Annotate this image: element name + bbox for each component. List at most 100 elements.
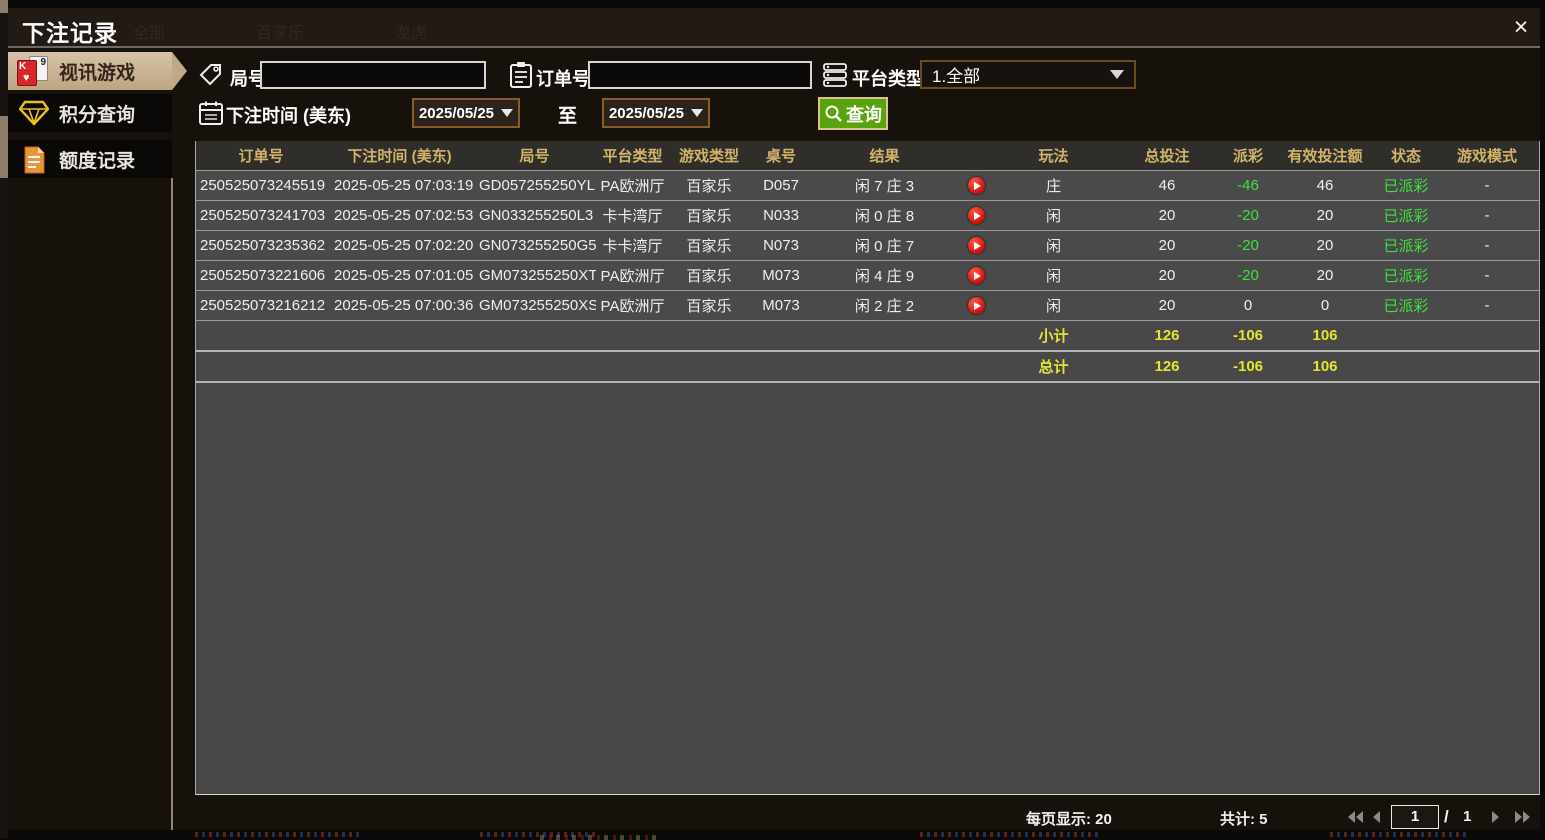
table-cell: -20	[1223, 230, 1273, 261]
grand-total-cell: 总计	[996, 351, 1111, 383]
table-cell: 闲 4 庄 9	[813, 260, 956, 291]
replay-cell	[956, 290, 996, 321]
grand-total-cell	[1377, 351, 1435, 383]
play-video-icon[interactable]	[967, 267, 985, 285]
tag-icon	[199, 64, 221, 86]
total-count-label: 共计: 5	[1220, 811, 1268, 828]
play-video-icon[interactable]	[967, 207, 985, 225]
first-page-button[interactable]	[1346, 809, 1364, 827]
spacer-cell	[196, 351, 996, 383]
prev-page-button[interactable]	[1370, 809, 1388, 827]
sidebar-item-points-query[interactable]: 积分查询	[8, 94, 172, 132]
date-to-select[interactable]: 2025/05/25	[602, 98, 710, 128]
page-input[interactable]: 1	[1391, 805, 1439, 829]
table-cell: 2025-05-25 07:00:36	[326, 290, 473, 321]
page-size-label: 每页显示: 20	[1026, 811, 1112, 828]
calendar-icon	[199, 101, 223, 125]
order-number-input[interactable]	[588, 61, 812, 89]
sidebar-item-quota-records[interactable]: 额度记录	[8, 140, 172, 178]
table-cell: N033	[749, 200, 813, 231]
table-cell: 20	[1273, 200, 1377, 231]
table-cell: 已派彩	[1377, 170, 1435, 201]
play-video-icon[interactable]	[967, 177, 985, 195]
platform-type-label: 平台类型	[852, 69, 924, 89]
table-cell: 卡卡湾厅	[596, 200, 669, 231]
chevron-down-icon	[1110, 70, 1124, 79]
subtotal-cell: -106	[1223, 320, 1273, 352]
lobby-tab-ghost: 百家乐	[256, 25, 305, 42]
subtotal-cell: 小计	[996, 320, 1111, 352]
grand-total-cell	[1435, 351, 1539, 383]
diamond-icon	[17, 98, 51, 128]
date-from-select[interactable]: 2025/05/25	[412, 98, 520, 128]
clipboard-icon	[510, 62, 532, 88]
table-cell: -	[1435, 170, 1539, 201]
spacer-cell	[196, 320, 996, 352]
column-header: 游戏类型	[669, 141, 749, 171]
table-cell: 20	[1273, 260, 1377, 291]
lobby-tab-ghost: 龙虎	[395, 25, 428, 42]
sidebar-item-label: 视讯游戏	[59, 62, 136, 84]
play-video-icon[interactable]	[967, 297, 985, 315]
table-cell: 已派彩	[1377, 200, 1435, 231]
dialog-title: 下注记录	[22, 20, 118, 46]
column-header: 游戏模式	[1435, 141, 1539, 171]
column-header: 玩法	[996, 141, 1111, 171]
last-page-button[interactable]	[1514, 809, 1532, 827]
table-cell: -20	[1223, 260, 1273, 291]
roadmap-strip-ghost	[195, 832, 363, 837]
table-cell: 已派彩	[1377, 230, 1435, 261]
table-cell: 百家乐	[669, 200, 749, 231]
replay-cell	[956, 260, 996, 291]
play-video-icon[interactable]	[967, 237, 985, 255]
close-icon[interactable]: ×	[1506, 13, 1536, 43]
lobby-tab-ghost: 全部	[133, 25, 166, 42]
table-cell: -46	[1223, 170, 1273, 201]
table-cell: -	[1435, 200, 1539, 231]
round-number-input[interactable]	[260, 61, 486, 89]
table-cell: GM073255250XT	[473, 260, 596, 291]
table-cell: 0	[1273, 290, 1377, 321]
chevron-down-icon	[501, 109, 514, 117]
chevron-down-icon	[691, 109, 704, 117]
table-cell: 250525073235362	[196, 230, 326, 261]
table-row: 250525073235362 2025-05-25 07:02:20 GN0732…	[196, 230, 1539, 261]
grand-total-row: 总计 126 -106 106	[196, 351, 1539, 383]
table-cell: 250525073245519	[196, 170, 326, 201]
sidebar-item-video-games[interactable]: 9 K ♥ 视讯游戏	[8, 52, 172, 90]
table-cell: M073	[749, 290, 813, 321]
table-row: 250525073221606 2025-05-25 07:01:05 GM0732…	[196, 260, 1539, 291]
platform-type-select[interactable]: 1.全部	[920, 60, 1136, 89]
table-cell: 46	[1273, 170, 1377, 201]
column-header: 状态	[1377, 141, 1435, 171]
table-row: 250525073241703 2025-05-25 07:02:53 GN0332…	[196, 200, 1539, 231]
playing-cards-icon: 9 K ♥	[17, 56, 48, 86]
table-cell: N073	[749, 230, 813, 261]
column-header: 订单号	[196, 141, 326, 171]
subtotal-cell: 126	[1111, 320, 1223, 352]
column-header: 下注时间 (美东)	[326, 141, 473, 171]
column-header: 局号	[473, 141, 596, 171]
lobby-edge-highlight	[0, 0, 8, 13]
grand-total-cell: 126	[1111, 351, 1223, 383]
column-header: 结果	[813, 141, 956, 171]
table-cell: 闲	[996, 230, 1111, 261]
query-button-label: 查询	[846, 104, 882, 125]
table-cell: 250525073241703	[196, 200, 326, 231]
lobby-edge-highlight	[0, 116, 8, 178]
subtotal-cell: 106	[1273, 320, 1377, 352]
table-cell: 250525073221606	[196, 260, 326, 291]
order-number-label: 订单号	[536, 69, 590, 89]
table-cell: GM073255250XS	[473, 290, 596, 321]
table-cell: GD057255250YL	[473, 170, 596, 201]
table-cell: 闲 7 庄 3	[813, 170, 956, 201]
table-cell: 2025-05-25 07:02:20	[326, 230, 473, 261]
next-page-button[interactable]	[1490, 809, 1508, 827]
platform-list-icon	[823, 63, 847, 87]
query-button[interactable]: 查询	[818, 97, 888, 130]
replay-cell	[956, 200, 996, 231]
subtotal-cell	[1435, 320, 1539, 352]
table-cell: 250525073216212	[196, 290, 326, 321]
table-cell: PA欧洲厅	[596, 260, 669, 291]
sidebar-divider	[171, 178, 173, 830]
